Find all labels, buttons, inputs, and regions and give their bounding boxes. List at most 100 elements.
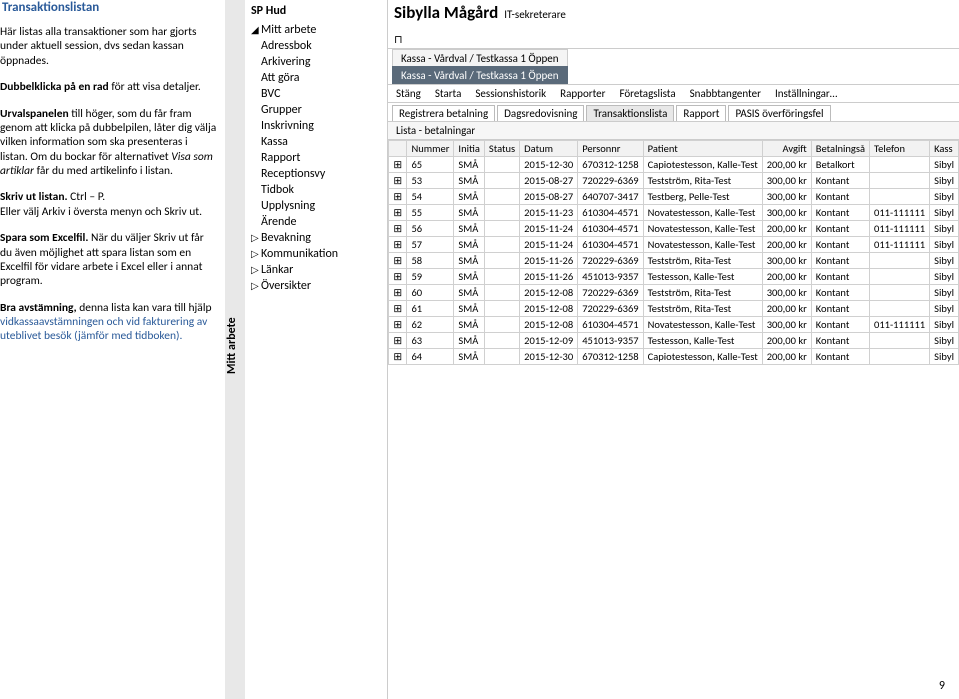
expand-icon[interactable]: ⊞ — [389, 285, 407, 301]
nav-item-tidbok[interactable]: Tidbok — [251, 182, 381, 198]
table-row[interactable]: ⊞55SMÅ2015-11-23610304-4571Novatestesson… — [389, 205, 959, 221]
nav-item-bvc[interactable]: BVC — [251, 86, 381, 102]
nav-item-inskrivning[interactable]: Inskrivning — [251, 118, 381, 134]
nav-panel: SP Hud ◢Mitt arbete AdressbokArkiveringA… — [245, 0, 387, 699]
nav-section-bevakning[interactable]: ▷Bevakning — [251, 230, 381, 246]
expand-icon[interactable]: ⊞ — [389, 221, 407, 237]
expand-icon[interactable]: ⊞ — [389, 173, 407, 189]
table-row[interactable]: ⊞53SMÅ2015-08-27720229-6369Testström, Ri… — [389, 173, 959, 189]
nav-item-kassa[interactable]: Kassa — [251, 134, 381, 150]
menu-f-retagslista[interactable]: Företagslista — [619, 87, 675, 100]
col-personnr[interactable]: Personnr — [578, 141, 643, 157]
subtab-transaktionslista[interactable]: Transaktionslista — [586, 105, 674, 121]
transaction-table: NummerInitiaStatusDatumPersonnrPatientAv… — [388, 140, 959, 365]
expand-icon[interactable]: ⊞ — [389, 237, 407, 253]
cell: 200,00 kr — [762, 269, 811, 285]
cell: 720229-6369 — [578, 285, 643, 301]
table-row[interactable]: ⊞54SMÅ2015-08-27640707-3417Testberg, Pel… — [389, 189, 959, 205]
nav-item-att göra[interactable]: Att göra — [251, 70, 381, 86]
menu-st-ng[interactable]: Stäng — [396, 87, 421, 100]
expand-icon[interactable]: ⊞ — [389, 189, 407, 205]
cell: 610304-4571 — [578, 221, 643, 237]
nav-item-receptionsvy[interactable]: Receptionsvy — [251, 166, 381, 182]
table-row[interactable]: ⊞64SMÅ2015-12-30670312-1258Capiotestesso… — [389, 349, 959, 365]
subtab-pasis-verf-ringsfel[interactable]: PASIS överföringsfel — [728, 105, 830, 121]
cell: Sibyl — [930, 157, 959, 173]
nav-item-arkivering[interactable]: Arkivering — [251, 54, 381, 70]
pin-icon[interactable]: ⊓ — [394, 33, 403, 46]
table-row[interactable]: ⊞63SMÅ2015-12-09451013-9357Testesson, Ka… — [389, 333, 959, 349]
col-datum[interactable]: Datum — [520, 141, 578, 157]
col-avgift[interactable]: Avgift — [762, 141, 811, 157]
nav-item-ärende[interactable]: Ärende — [251, 214, 381, 230]
cell: Kontant — [811, 253, 869, 269]
cell: Testberg, Pelle-Test — [643, 189, 762, 205]
nav-root[interactable]: ◢Mitt arbete — [251, 22, 381, 38]
menu-rapporter[interactable]: Rapporter — [560, 87, 605, 100]
cell: 55 — [407, 205, 454, 221]
cell: 65 — [407, 157, 454, 173]
col-status[interactable]: Status — [484, 141, 519, 157]
expand-icon[interactable]: ⊞ — [389, 317, 407, 333]
cell — [870, 189, 930, 205]
cell: Kontant — [811, 173, 869, 189]
subtab-rapport[interactable]: Rapport — [676, 105, 726, 121]
menu-inst-llningar-[interactable]: Inställningar… — [775, 87, 837, 100]
header-user: Sibylla Mågård IT-sekreterare — [388, 0, 959, 25]
cell: 2015-11-24 — [520, 237, 578, 253]
nav-item-grupper[interactable]: Grupper — [251, 102, 381, 118]
subtab-row: Registrera betalningDagsredovisningTrans… — [388, 103, 959, 121]
table-row[interactable]: ⊞59SMÅ2015-11-26451013-9357Testesson, Ka… — [389, 269, 959, 285]
tab-kassa-1[interactable]: Kassa - Vårdval / Testkassa 1 Öppen — [392, 49, 568, 67]
col-patient[interactable]: Patient — [643, 141, 762, 157]
nav-item-upplysning[interactable]: Upplysning — [251, 198, 381, 214]
menu-sessionshistorik[interactable]: Sessionshistorik — [475, 87, 546, 100]
cell: 610304-4571 — [578, 205, 643, 221]
cell: Kontant — [811, 269, 869, 285]
nav-section-länkar[interactable]: ▷Länkar — [251, 262, 381, 278]
col-betalningså[interactable]: Betalningså — [811, 141, 869, 157]
col-nummer[interactable]: Nummer — [407, 141, 454, 157]
doc-title: Transaktionslistan — [0, 0, 217, 15]
table-row[interactable]: ⊞60SMÅ2015-12-08720229-6369Testström, Ri… — [389, 285, 959, 301]
table-row[interactable]: ⊞58SMÅ2015-11-26720229-6369Testström, Ri… — [389, 253, 959, 269]
expand-icon[interactable]: ⊞ — [389, 269, 407, 285]
table-row[interactable]: ⊞56SMÅ2015-11-24610304-4571Novatestesson… — [389, 221, 959, 237]
nav-section-kommunikation[interactable]: ▷Kommunikation — [251, 246, 381, 262]
subtab-dagsredovisning[interactable]: Dagsredovisning — [497, 105, 584, 121]
user-role: IT-sekreterare — [504, 8, 566, 21]
nav-section-översikter[interactable]: ▷Översikter — [251, 278, 381, 294]
table-row[interactable]: ⊞62SMÅ2015-12-08610304-4571Novatestesson… — [389, 317, 959, 333]
tab-kassa-1-active[interactable]: Kassa - Vårdval / Testkassa 1 Öppen — [392, 66, 568, 84]
subtab-registrera-betalning[interactable]: Registrera betalning — [392, 105, 495, 121]
expand-icon[interactable]: ⊞ — [389, 157, 407, 173]
cell: Kontant — [811, 285, 869, 301]
col-telefon[interactable]: Telefon — [870, 141, 930, 157]
cell: 720229-6369 — [578, 253, 643, 269]
expand-icon[interactable]: ⊞ — [389, 301, 407, 317]
cell: Novatestesson, Kalle-Test — [643, 205, 762, 221]
expand-icon[interactable]: ⊞ — [389, 205, 407, 221]
nav-item-adressbok[interactable]: Adressbok — [251, 38, 381, 54]
col-initia[interactable]: Initia — [454, 141, 484, 157]
col-kass[interactable]: Kass — [930, 141, 959, 157]
doc-p-dblclick: Dubbelklicka på en rad för att visa deta… — [0, 80, 217, 94]
nav-item-rapport[interactable]: Rapport — [251, 150, 381, 166]
expand-icon[interactable]: ⊞ — [389, 253, 407, 269]
cell: Kontant — [811, 301, 869, 317]
expand-icon[interactable]: ⊞ — [389, 333, 407, 349]
vertical-tab-mitt-arbete[interactable]: Mitt arbete — [225, 0, 245, 699]
transaction-grid[interactable]: NummerInitiaStatusDatumPersonnrPatientAv… — [388, 140, 959, 699]
cell: 011-111111 — [870, 221, 930, 237]
table-row[interactable]: ⊞57SMÅ2015-11-24610304-4571Novatestesson… — [389, 237, 959, 253]
tri-right-icon: ▷ — [251, 231, 261, 244]
menu-starta[interactable]: Starta — [435, 87, 462, 100]
menu-snabbtangenter[interactable]: Snabbtangenter — [690, 87, 761, 100]
table-row[interactable]: ⊞61SMÅ2015-12-08720229-6369Testström, Ri… — [389, 301, 959, 317]
cell: Sibyl — [930, 317, 959, 333]
cell: Kontant — [811, 237, 869, 253]
expand-icon[interactable]: ⊞ — [389, 349, 407, 365]
col-expand[interactable] — [389, 141, 407, 157]
cell: 300,00 kr — [762, 253, 811, 269]
table-row[interactable]: ⊞65SMÅ2015-12-30670312-1258Capiotestesso… — [389, 157, 959, 173]
